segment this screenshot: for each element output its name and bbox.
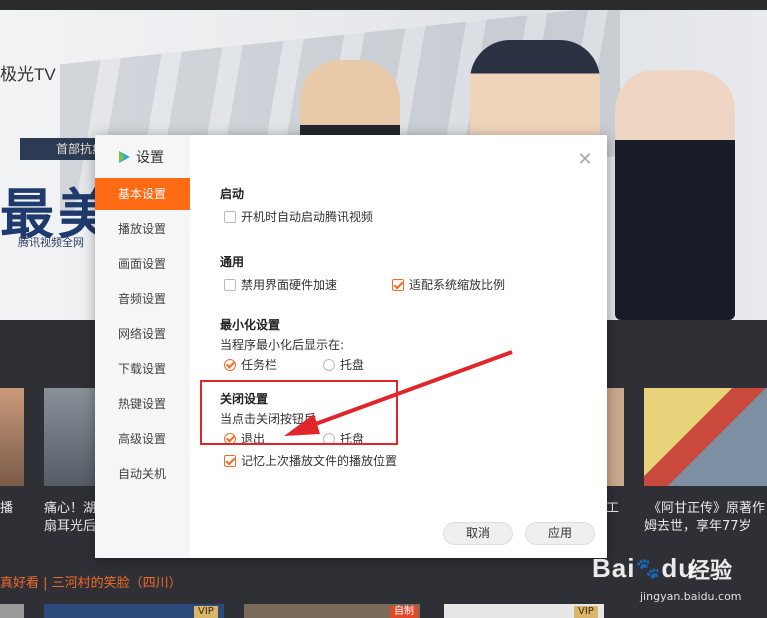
adapt-scale-label: 适配系统缩放比例 [409, 278, 506, 292]
video-thumbnail[interactable] [0, 604, 24, 618]
disable-hw-option[interactable]: 禁用界面硬件加速 [224, 276, 337, 293]
disable-hw-checkbox[interactable] [224, 278, 236, 291]
cancel-button[interactable]: 取消 [443, 522, 513, 545]
video-caption[interactable]: 《阿甘正传》原著作 [648, 497, 765, 516]
video-caption[interactable]: 工 [606, 497, 619, 516]
settings-dialog: 设置 基本设置 播放设置 画面设置 音频设置 网络设置 下载设置 热键设置 高级… [95, 135, 607, 558]
remember-position-checkbox[interactable] [224, 454, 236, 467]
category-row[interactable]: 真好看 | 三河村的笑脸（四川） [0, 572, 182, 591]
vip-badge: VIP [574, 606, 598, 618]
section-minimize-title: 最小化设置 [220, 318, 281, 332]
nav-audio-settings[interactable]: 音频设置 [95, 283, 190, 315]
original-badge: 自制 [390, 606, 418, 618]
video-thumbnail[interactable] [644, 388, 767, 486]
watermark-brand-start: Bai [592, 553, 636, 583]
window-top-bar [0, 0, 767, 10]
autostart-option[interactable]: 开机时自动启动腾讯视频 [224, 208, 373, 225]
banner-caption: 腾讯视频全网 [18, 236, 84, 249]
video-caption[interactable]: 痛心！湖 [44, 497, 96, 516]
video-caption[interactable]: 播 [0, 497, 13, 516]
minimize-taskbar-label: 任务栏 [241, 358, 278, 372]
minimize-tray-radio[interactable] [323, 358, 335, 371]
paw-icon: 🐾 [635, 558, 662, 580]
watermark-text: 经验 [688, 559, 733, 584]
minimize-tray-option[interactable]: 托盘 [323, 356, 364, 373]
minimize-tray-label: 托盘 [340, 358, 365, 372]
nav-playback-settings[interactable]: 播放设置 [95, 213, 190, 245]
minimize-taskbar-radio[interactable] [224, 358, 236, 371]
section-general-title: 通用 [220, 255, 245, 269]
watermark-logo: Bai🐾du [592, 553, 695, 584]
video-thumbnail[interactable] [606, 388, 624, 486]
autostart-label: 开机时自动启动腾讯视频 [241, 210, 374, 224]
dialog-title: 设置 [117, 147, 164, 167]
close-icon[interactable]: ✕ [575, 150, 595, 170]
settings-sidebar: 设置 基本设置 播放设置 画面设置 音频设置 网络设置 下载设置 热键设置 高级… [95, 135, 190, 558]
minimize-prompt: 当程序最小化后显示在: [220, 338, 345, 352]
remember-position-label: 记忆上次播放文件的播放位置 [241, 454, 398, 468]
nav-basic-settings[interactable]: 基本设置 [95, 178, 190, 210]
video-caption[interactable]: 扇耳光后 [44, 515, 96, 534]
nav-picture-settings[interactable]: 画面设置 [95, 248, 190, 280]
watermark-url: jingyan.baidu.com [640, 590, 742, 603]
remember-position-option[interactable]: 记忆上次播放文件的播放位置 [224, 452, 397, 469]
video-caption[interactable]: 姆去世，享年77岁 [644, 515, 752, 534]
nav-network-settings[interactable]: 网络设置 [95, 318, 190, 350]
tencent-video-icon [117, 150, 131, 164]
banner-person [615, 70, 735, 320]
autostart-checkbox[interactable] [224, 210, 236, 223]
dialog-title-text: 设置 [136, 150, 164, 166]
disable-hw-label: 禁用界面硬件加速 [241, 278, 338, 292]
nav-advanced-settings[interactable]: 高级设置 [95, 423, 190, 455]
channel-logo: 极光TV [0, 65, 56, 84]
vip-badge: VIP [194, 606, 218, 618]
apply-button[interactable]: 应用 [525, 522, 595, 545]
nav-download-settings[interactable]: 下载设置 [95, 353, 190, 385]
section-startup-title: 启动 [220, 187, 245, 201]
adapt-scale-option[interactable]: 适配系统缩放比例 [392, 276, 505, 293]
adapt-scale-checkbox[interactable] [392, 278, 404, 291]
highlight-box [200, 380, 398, 445]
minimize-taskbar-option[interactable]: 任务栏 [224, 356, 277, 373]
nav-hotkey-settings[interactable]: 热键设置 [95, 388, 190, 420]
video-thumbnail[interactable] [0, 388, 24, 486]
nav-auto-shutdown[interactable]: 自动关机 [95, 458, 190, 490]
